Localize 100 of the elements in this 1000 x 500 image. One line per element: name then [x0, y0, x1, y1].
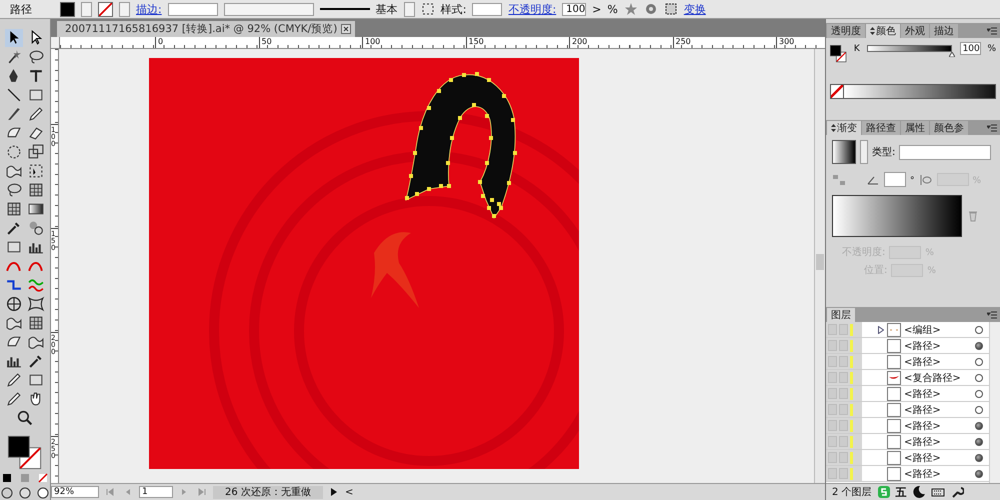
lock-toggle[interactable]: [839, 324, 848, 335]
visibility-toggle[interactable]: [828, 420, 837, 431]
crosshair-icon[interactable]: [5, 295, 23, 313]
expand-triangle-icon[interactable]: [878, 326, 884, 334]
mesh-grid-icon[interactable]: [27, 314, 45, 332]
opacity-field[interactable]: 100: [562, 2, 586, 16]
pencil-icon[interactable]: [27, 105, 45, 123]
color-spectrum[interactable]: [830, 84, 996, 99]
target-circle[interactable]: [975, 454, 983, 462]
scrollbar-thumb[interactable]: [816, 254, 824, 270]
layer-row[interactable]: <路径>: [826, 386, 989, 402]
variable-width-dropdown[interactable]: [224, 2, 314, 16]
layers-scrollbar[interactable]: [989, 322, 1000, 483]
brush-style-label[interactable]: 基本: [376, 2, 398, 16]
draw-inside-icon[interactable]: [36, 486, 50, 500]
panel-menu-icon[interactable]: [987, 124, 997, 132]
visibility-toggle[interactable]: [828, 388, 837, 399]
target-circle[interactable]: [975, 358, 983, 366]
star-icon[interactable]: [624, 2, 638, 16]
lock-toggle[interactable]: [839, 468, 848, 479]
layer-row[interactable]: <编组>: [826, 322, 989, 338]
rotate-icon[interactable]: [5, 143, 23, 161]
free-transform-icon[interactable]: [27, 162, 45, 180]
panel-tab[interactable]: 透明度: [827, 24, 865, 38]
panel-menu-icon[interactable]: [987, 26, 997, 34]
panel-tab[interactable]: 颜色: [866, 24, 900, 38]
moon-icon[interactable]: [912, 485, 926, 499]
layer-row[interactable]: <路径>: [826, 354, 989, 370]
layer-row[interactable]: <路径>: [826, 466, 989, 482]
panel-tab[interactable]: 路径查: [862, 121, 900, 135]
lasso-icon[interactable]: [27, 48, 45, 66]
lock-toggle[interactable]: [839, 388, 848, 399]
layer-row[interactable]: <复合路径>: [826, 370, 989, 386]
draw-behind-icon[interactable]: [18, 486, 32, 500]
lock-toggle[interactable]: [839, 452, 848, 463]
visibility-toggle[interactable]: [828, 324, 837, 335]
layer-row[interactable]: <路径>: [826, 338, 989, 354]
scale-icon[interactable]: [27, 143, 45, 161]
type-tool-icon[interactable]: [27, 67, 45, 85]
lock-toggle[interactable]: [839, 436, 848, 447]
target-circle[interactable]: [975, 374, 983, 382]
panel-tab[interactable]: 渐变: [827, 121, 861, 135]
hair-drawing[interactable]: [405, 72, 517, 218]
fill-dropdown[interactable]: [81, 2, 92, 16]
layer-row[interactable]: <路径>: [826, 402, 989, 418]
visibility-toggle[interactable]: [828, 452, 837, 463]
layers-tab[interactable]: 图层: [827, 308, 855, 322]
none-mode-icon[interactable]: [36, 471, 50, 485]
panel-tab[interactable]: 外观: [901, 24, 929, 38]
brush-icon[interactable]: [5, 105, 23, 123]
zoom-icon[interactable]: [16, 409, 34, 427]
visibility-toggle[interactable]: [828, 372, 837, 383]
target-circle[interactable]: [975, 470, 983, 478]
wrench-icon[interactable]: [950, 485, 964, 499]
lock-toggle[interactable]: [839, 356, 848, 367]
target-circle[interactable]: [975, 422, 983, 430]
panel-tab[interactable]: 描边: [930, 24, 958, 38]
visibility-toggle[interactable]: [828, 468, 837, 479]
visibility-toggle[interactable]: [828, 404, 837, 415]
blend-icon[interactable]: [27, 219, 45, 237]
lock-toggle[interactable]: [839, 420, 848, 431]
fill-swatch[interactable]: [60, 2, 75, 16]
panel-menu-icon[interactable]: [987, 310, 997, 318]
layer-row[interactable]: <路径>: [826, 418, 989, 434]
document-tab[interactable]: 20071117165816937 [转换].ai* @ 92% (CMYK/预览): [57, 21, 356, 37]
color-mode-icon[interactable]: [0, 471, 14, 485]
perspective-grid-icon[interactable]: [27, 181, 45, 199]
envelope-icon[interactable]: [27, 295, 45, 313]
panel-tab[interactable]: 属性: [901, 121, 929, 135]
input-mode[interactable]: 五: [896, 484, 907, 500]
lock-toggle[interactable]: [839, 340, 848, 351]
opacity-arrow[interactable]: >: [592, 2, 602, 16]
target-circle[interactable]: [975, 406, 983, 414]
target-circle[interactable]: [975, 438, 983, 446]
style-dropdown[interactable]: [472, 2, 502, 16]
target-circle[interactable]: [975, 326, 983, 334]
target-circle[interactable]: [975, 390, 983, 398]
target-circle[interactable]: [975, 342, 983, 350]
angle-field[interactable]: [884, 172, 906, 187]
k-value-field[interactable]: 100: [960, 42, 982, 55]
close-icon[interactable]: [341, 24, 352, 34]
ime-logo-icon[interactable]: [876, 485, 891, 499]
brush-dropdown[interactable]: [404, 2, 415, 16]
panel-tab[interactable]: 颜色参: [930, 121, 968, 135]
visibility-toggle[interactable]: [828, 436, 837, 447]
gradient-swatch[interactable]: [832, 140, 856, 164]
visibility-toggle[interactable]: [828, 356, 837, 367]
layer-row[interactable]: <路径>: [826, 450, 989, 466]
page-dropdown[interactable]: 1: [139, 486, 173, 498]
lock-toggle[interactable]: [839, 404, 848, 415]
visibility-toggle[interactable]: [828, 340, 837, 351]
grid-icon[interactable]: [420, 2, 435, 16]
line-icon[interactable]: [5, 86, 23, 104]
slider-thumb[interactable]: [948, 52, 955, 57]
lock-toggle[interactable]: [839, 372, 848, 383]
align-icon[interactable]: [664, 2, 678, 16]
stroke-weight-field[interactable]: [168, 2, 218, 16]
scroll-left-arrow[interactable]: <: [345, 486, 354, 498]
type-dropdown[interactable]: [899, 144, 992, 160]
stroke-link[interactable]: 描边:: [136, 2, 162, 16]
